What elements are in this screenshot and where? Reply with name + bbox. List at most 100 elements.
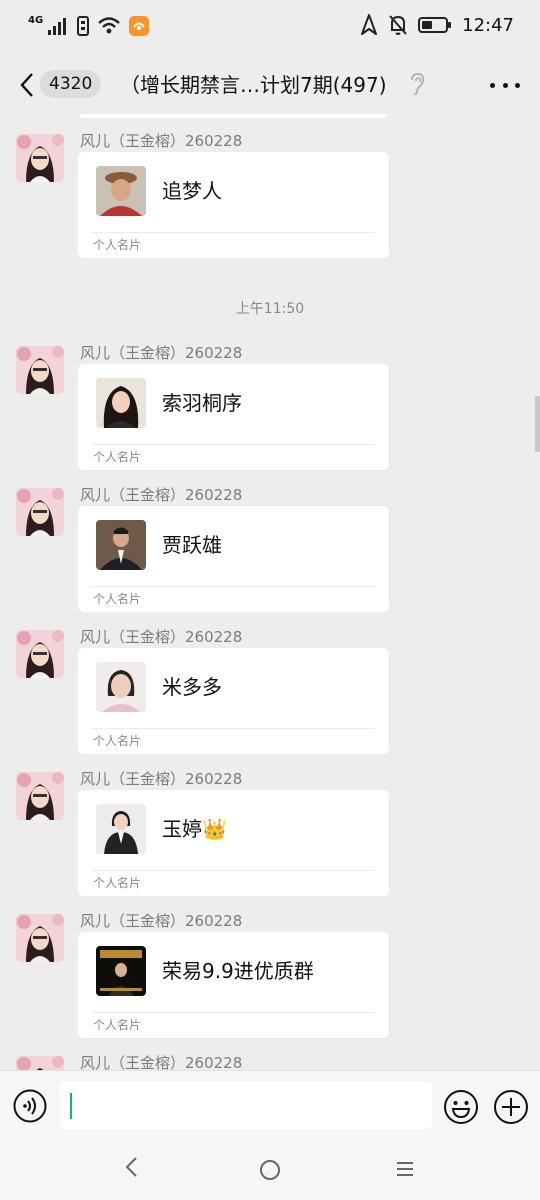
woman-portrait-icon <box>16 1056 64 1070</box>
card-type-label: 个人名片 <box>93 1018 142 1032</box>
sender-name: 风儿（王金榕）260228 <box>80 628 243 646</box>
card-type-label: 个人名片 <box>93 734 142 748</box>
clock: 12:47 <box>462 14 514 36</box>
status-left: 4G <box>28 15 150 36</box>
contact-photo <box>96 662 146 712</box>
man-in-suit-portrait-icon <box>96 520 146 570</box>
woman-portrait-icon <box>96 662 146 712</box>
message-item: 风儿（王金榕）260228 贾跃雄 个人名片 <box>0 484 540 614</box>
sender-name: 风儿（王金榕）260228 <box>80 770 243 788</box>
wifi-icon <box>98 17 120 34</box>
unread-count-badge[interactable]: 4320 <box>40 70 102 98</box>
contact-photo <box>96 378 146 428</box>
earpiece-mode-icon <box>411 72 425 95</box>
contact-card[interactable]: 追梦人 个人名片 <box>78 152 389 258</box>
home-circle-icon[interactable] <box>260 1160 280 1180</box>
voice-icon <box>13 1089 47 1123</box>
silent-bell-icon <box>389 15 407 35</box>
more-dot-icon <box>515 82 520 88</box>
text-cursor <box>70 1093 72 1119</box>
message-item: 风儿（王金榕）260228 荣易9.9进优质群 个人名片 <box>0 910 540 1040</box>
message-item: 风儿（王金榕）260228 索羽桐序 个人名片 <box>0 342 540 472</box>
sender-avatar[interactable] <box>16 346 64 394</box>
voice-input-button[interactable] <box>13 1089 47 1123</box>
chevron-left-icon <box>20 73 33 97</box>
card-divider <box>92 444 375 445</box>
woman-portrait-icon <box>16 772 64 820</box>
chat-title: （增长期禁言…计划7期(497) <box>120 73 387 97</box>
message-input[interactable] <box>60 1081 432 1129</box>
message-item: 风儿（王金榕）260228 玉婷👑 个人名片 <box>0 768 540 898</box>
contact-photo <box>96 946 146 996</box>
emoji-button[interactable] <box>443 1089 479 1125</box>
woman-portrait-icon <box>16 346 64 394</box>
scrollbar[interactable] <box>535 396 540 452</box>
sender-avatar[interactable] <box>16 914 64 962</box>
sender-avatar[interactable] <box>16 488 64 536</box>
plus-icon <box>494 1090 528 1124</box>
sender-avatar[interactable] <box>16 630 64 678</box>
system-navigation-bar <box>0 1136 540 1200</box>
woman-portrait-icon <box>16 914 64 962</box>
woman-portrait-icon <box>16 134 64 182</box>
contact-card[interactable]: 索羽桐序 个人名片 <box>78 364 389 470</box>
contact-card[interactable]: 米多多 个人名片 <box>78 648 389 754</box>
sender-name: 风儿（王金榕）260228 <box>80 912 243 930</box>
more-functions-button[interactable] <box>493 1089 529 1125</box>
message-item: 风儿（王金榕）260228 追梦人 个人名片 <box>0 130 540 260</box>
card-divider <box>92 232 375 233</box>
back-button[interactable] <box>14 70 40 100</box>
contact-photo <box>96 166 146 216</box>
menu-lines-icon[interactable] <box>397 1162 413 1176</box>
message-item: 风儿（王金榕）260228 米多多 个人名片 <box>0 626 540 756</box>
woman-portrait-icon <box>16 488 64 536</box>
message-item: 风儿（王金榕）260228 <box>0 1052 540 1070</box>
contact-name: 索羽桐序 <box>162 391 242 415</box>
sender-avatar[interactable] <box>16 1056 64 1070</box>
message-list[interactable]: 风儿（王金榕）260228 追梦人 个人名片 上午11:50 风儿（王金榕）26… <box>0 114 540 1070</box>
poster-portrait-icon <box>96 946 146 996</box>
contact-card[interactable]: 玉婷👑 个人名片 <box>78 790 389 896</box>
sender-name: 风儿（王金榕）260228 <box>80 486 243 504</box>
man-with-hat-portrait-icon <box>96 166 146 216</box>
card-type-label: 个人名片 <box>93 238 142 252</box>
contact-name: 玉婷👑 <box>162 817 227 841</box>
more-dot-icon <box>490 82 495 88</box>
chat-header: 4320 （增长期禁言…计划7期(497) <box>0 56 540 114</box>
card-type-label: 个人名片 <box>93 450 142 464</box>
sim-icon <box>77 16 90 36</box>
signal-icon <box>48 18 67 35</box>
battery-icon <box>418 17 452 33</box>
sender-name: 风儿（王金榕）260228 <box>80 1054 243 1070</box>
previous-message-bubble[interactable] <box>78 114 388 118</box>
sender-name: 风儿（王金榕）260228 <box>80 344 243 362</box>
input-bar <box>0 1070 540 1136</box>
time-divider: 上午11:50 <box>235 301 305 317</box>
navigation-arrow-icon <box>361 14 378 35</box>
more-dot-icon <box>502 82 508 88</box>
card-divider <box>92 728 375 729</box>
contact-card[interactable]: 贾跃雄 个人名片 <box>78 506 389 612</box>
status-right: 12:47 <box>360 14 514 36</box>
back-triangle-icon[interactable] <box>124 1156 138 1178</box>
app-notification-icon <box>129 16 150 36</box>
sender-name: 风儿（王金榕）260228 <box>80 132 243 150</box>
more-options-button[interactable] <box>490 78 520 92</box>
card-type-label: 个人名片 <box>93 592 142 606</box>
emoji-icon <box>444 1090 478 1124</box>
woman-portrait-icon <box>96 378 146 428</box>
card-divider <box>92 870 375 871</box>
woman-portrait-icon <box>16 630 64 678</box>
woman-in-suit-portrait-icon <box>96 804 146 854</box>
card-divider <box>92 586 375 587</box>
sender-avatar[interactable] <box>16 772 64 820</box>
status-bar: 4G 12:47 <box>0 0 540 56</box>
contact-card[interactable]: 荣易9.9进优质群 个人名片 <box>78 932 389 1038</box>
sender-avatar[interactable] <box>16 134 64 182</box>
contact-name: 米多多 <box>162 675 222 699</box>
contact-name: 贾跃雄 <box>162 533 222 557</box>
network-type: 4G <box>28 15 44 26</box>
card-divider <box>92 1012 375 1013</box>
contact-photo <box>96 804 146 854</box>
contact-name: 追梦人 <box>162 179 222 203</box>
